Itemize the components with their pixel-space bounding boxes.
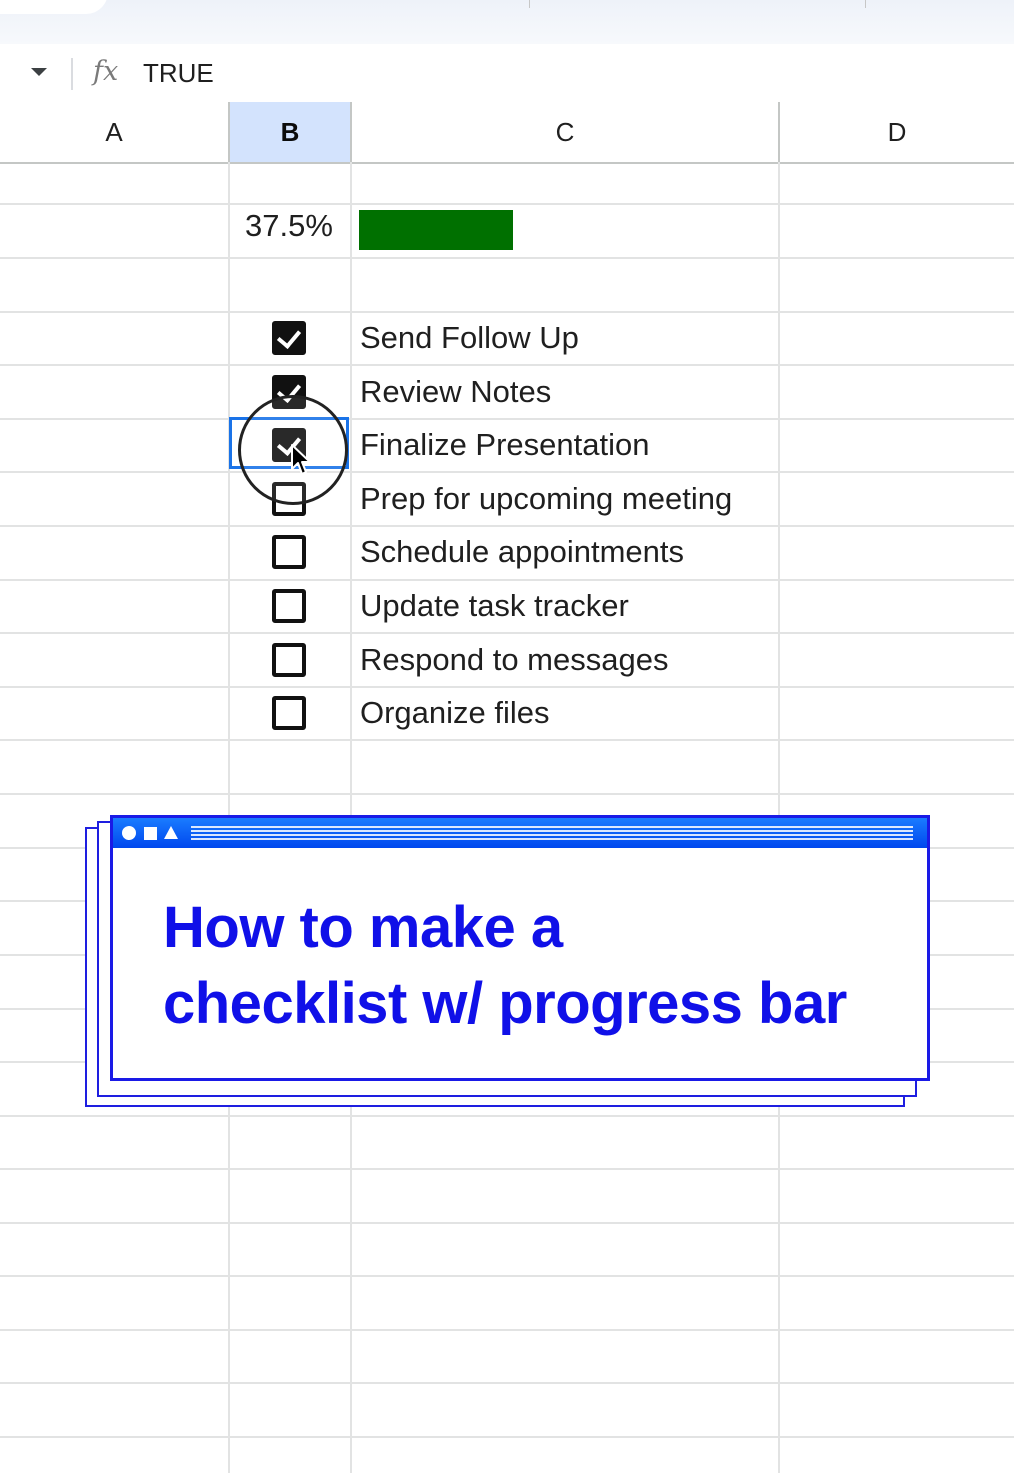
checklist-row: Send Follow Up (0, 311, 1014, 365)
grid-line (0, 203, 1014, 205)
formula-bar: fx TRUE (0, 44, 1014, 104)
progress-bar-fill (359, 210, 513, 250)
task-label[interactable]: Review Notes (360, 374, 551, 410)
checkbox[interactable] (272, 696, 306, 730)
fx-icon: fx (93, 56, 119, 87)
grid-line (0, 1168, 1014, 1170)
toolbar-separator (529, 0, 530, 8)
column-header-b[interactable]: B (230, 102, 350, 162)
grid-line (0, 1115, 1014, 1117)
formula-bar-divider (71, 58, 73, 90)
task-label[interactable]: Prep for upcoming meeting (360, 481, 732, 517)
card-window: How to make a checklist w/ progress bar (110, 815, 930, 1081)
checklist-row: Review Notes (0, 365, 1014, 419)
dropdown-caret-icon[interactable] (31, 68, 47, 76)
task-label[interactable]: Organize files (360, 695, 550, 731)
formula-input[interactable]: TRUE (143, 58, 214, 89)
cursor-pointer-icon (291, 444, 311, 475)
toolbar-search-pill[interactable] (0, 0, 108, 14)
progress-percent[interactable]: 37.5% (229, 208, 349, 244)
title-card: How to make a checklist w/ progress bar (85, 815, 931, 1107)
checklist-row: Update task tracker (0, 579, 1014, 633)
progress-bar[interactable] (359, 210, 769, 250)
triangle-icon (164, 826, 178, 839)
checklist-row: Schedule appointments (0, 525, 1014, 579)
checkbox[interactable] (272, 589, 306, 623)
circle-icon (122, 826, 136, 840)
checklist-row: Prep for upcoming meeting (0, 472, 1014, 526)
toolbar-separator (865, 0, 866, 8)
card-title-line: How to make a (163, 895, 563, 960)
card-title-line: checklist w/ progress bar (163, 971, 847, 1036)
checklist-row: Respond to messages (0, 633, 1014, 687)
grid-line (0, 1382, 1014, 1384)
checkbox[interactable] (272, 321, 306, 355)
column-header-c[interactable]: C (352, 102, 778, 162)
square-icon (144, 827, 157, 840)
task-label[interactable]: Respond to messages (360, 642, 668, 678)
grid-line (0, 1222, 1014, 1224)
grid-line (0, 793, 1014, 795)
checklist-row: Finalize Presentation (0, 418, 1014, 472)
column-headers: A B C D (0, 102, 1014, 164)
task-label[interactable]: Send Follow Up (360, 320, 579, 356)
grid-line (0, 257, 1014, 259)
grid-line (0, 1275, 1014, 1277)
grid-line (0, 1436, 1014, 1438)
card-titlebar (113, 818, 927, 848)
task-label[interactable]: Update task tracker (360, 588, 629, 624)
column-header-a[interactable]: A (0, 102, 228, 162)
toolbar (0, 0, 1014, 44)
card-title: How to make a checklist w/ progress bar (163, 890, 923, 1042)
checkbox[interactable] (272, 535, 306, 569)
task-label[interactable]: Schedule appointments (360, 534, 684, 570)
checkbox[interactable] (272, 643, 306, 677)
checklist-row: Organize files (0, 686, 1014, 740)
task-label[interactable]: Finalize Presentation (360, 427, 650, 463)
grid-line (0, 1329, 1014, 1331)
titlebar-stripes (191, 826, 913, 840)
column-header-d[interactable]: D (780, 102, 1014, 162)
